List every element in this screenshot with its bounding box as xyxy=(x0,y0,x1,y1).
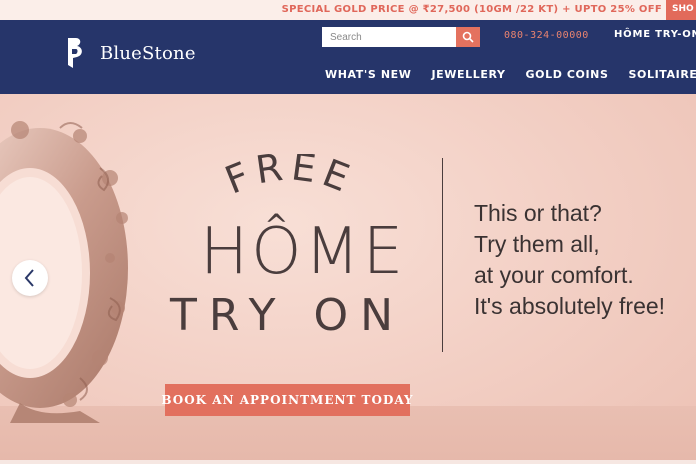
promo-bar: SPECIAL GOLD PRICE @ ₹27,500 (10GM /22 K… xyxy=(0,0,696,20)
promo-text[interactable]: SPECIAL GOLD PRICE @ ₹27,500 (10GM /22 K… xyxy=(282,4,662,15)
search-button[interactable] xyxy=(456,27,480,47)
chevron-left-icon xyxy=(24,269,34,287)
tagline-line-3: at your comfort. xyxy=(474,262,634,288)
nav-whats-new[interactable]: WHAT'S NEW xyxy=(325,68,411,81)
home-try-on-link[interactable]: HÔME TRY-ON xyxy=(614,29,696,40)
nav-gold-coins[interactable]: GOLD COINS xyxy=(526,68,609,81)
free-arc-text: FREE xyxy=(219,154,361,203)
site-header: BlueStone 080-324-00000 HÔME TRY-ON WHAT… xyxy=(0,20,696,94)
nav-jewellery[interactable]: JEWELLERY xyxy=(431,68,505,81)
book-appointment-button[interactable]: BOOK AN APPOINTMENT TODAY xyxy=(161,384,413,416)
search-icon xyxy=(462,31,474,43)
try-on-word: TRY ON xyxy=(170,290,406,341)
search-input[interactable] xyxy=(322,27,456,47)
main-nav: WHAT'S NEW JEWELLERY GOLD COINS SOLITAIR… xyxy=(325,68,696,81)
carousel-prev-button[interactable] xyxy=(12,260,48,296)
hero-bottom-edge xyxy=(0,460,696,464)
hero-banner: FREE HÔME TRY ON This or that? Try them … xyxy=(0,94,696,464)
hero-tagline: This or that? Try them all, at your comf… xyxy=(474,198,665,322)
tagline-line-4: It's absolutely free! xyxy=(474,293,666,319)
svg-text:FREE: FREE xyxy=(219,154,361,203)
divider-line xyxy=(442,158,443,352)
bluestone-logo-icon xyxy=(68,38,82,68)
search-box xyxy=(322,27,480,47)
brand-logo[interactable]: BlueStone xyxy=(64,36,196,70)
nav-solitaires[interactable]: SOLITAIRES xyxy=(629,68,696,81)
tagline-line-1: This or that? xyxy=(474,200,602,226)
home-word: HÔME xyxy=(200,215,407,289)
shop-now-button[interactable]: SHO xyxy=(666,0,696,20)
tagline-line-2: Try them all, xyxy=(474,231,600,257)
brand-name: BlueStone xyxy=(100,42,196,64)
free-home-try-on-art: FREE HÔME TRY ON xyxy=(160,154,430,344)
phone-number[interactable]: 080-324-00000 xyxy=(504,30,589,41)
